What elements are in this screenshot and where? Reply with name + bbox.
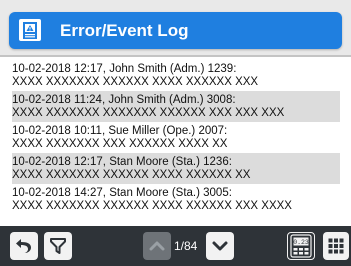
menu-button[interactable] [323, 232, 349, 260]
log-entry-header: 10-02-2018 11:24, John Smith (Adm.) 3008… [12, 94, 236, 106]
event-log-list[interactable]: 10-02-2018 12:17, John Smith (Adm.) 1239… [12, 60, 340, 215]
log-entry-header: 10-02-2018 10:11, Sue Miller (Ope.) 2007… [12, 125, 228, 137]
chevron-up-icon [148, 237, 166, 255]
log-entry-message: XXXX XXXXXXX XXXXXX XXXX XXXXXX XX [12, 169, 251, 181]
log-book-icon [18, 18, 42, 42]
log-entry-header: 10-02-2018 14:27, Stan Moore (Sta.) 3005… [12, 187, 232, 199]
back-button[interactable] [10, 232, 38, 260]
log-entry-message: XXXX XXXXXXX XXXXXXX XXXXXX XXX XXX XXX [12, 107, 285, 119]
list-item[interactable]: 10-02-2018 14:27, Stan Moore (Sta.) 3005… [12, 184, 340, 215]
calculator-icon: 0.23 [290, 234, 312, 258]
list-item[interactable]: 10-02-2018 11:24, John Smith (Adm.) 3008… [12, 91, 340, 122]
page-indicator: 1/84 [174, 239, 198, 253]
page-down-button[interactable] [206, 232, 234, 260]
header-divider [0, 55, 351, 57]
undo-arrow-icon [15, 237, 33, 255]
list-item[interactable]: 10-02-2018 10:11, Sue Miller (Ope.) 2007… [12, 122, 340, 153]
log-entry-header: 10-02-2018 12:17, John Smith (Adm.) 1239… [12, 63, 237, 75]
filter-icon [49, 237, 67, 255]
log-entry-message: XXXX XXXXXXX XXXXXX XXXX XXXXXX XXX [12, 76, 259, 88]
calculator-button[interactable]: 0.23 [287, 232, 315, 260]
chevron-down-icon [211, 237, 229, 255]
log-entry-header: 10-02-2018 12:17, Stan Moore (Sta.) 1236… [12, 156, 232, 168]
log-entry-message: XXXX XXXXXXX XXX XXXXXX XXXX XX [12, 138, 228, 150]
log-entry-message: XXXX XXXXXXX XXXXXX XXXX XXXXXX XXX XXXX [12, 200, 292, 212]
calculator-display: 0.23 [293, 239, 309, 246]
filter-button[interactable] [44, 232, 72, 260]
list-item[interactable]: 10-02-2018 12:17, Stan Moore (Sta.) 1236… [12, 153, 340, 184]
page-up-button[interactable] [143, 232, 171, 260]
page-title: Error/Event Log [60, 21, 189, 40]
list-item[interactable]: 10-02-2018 12:17, John Smith (Adm.) 1239… [12, 60, 340, 91]
grid-menu-icon [327, 237, 345, 255]
